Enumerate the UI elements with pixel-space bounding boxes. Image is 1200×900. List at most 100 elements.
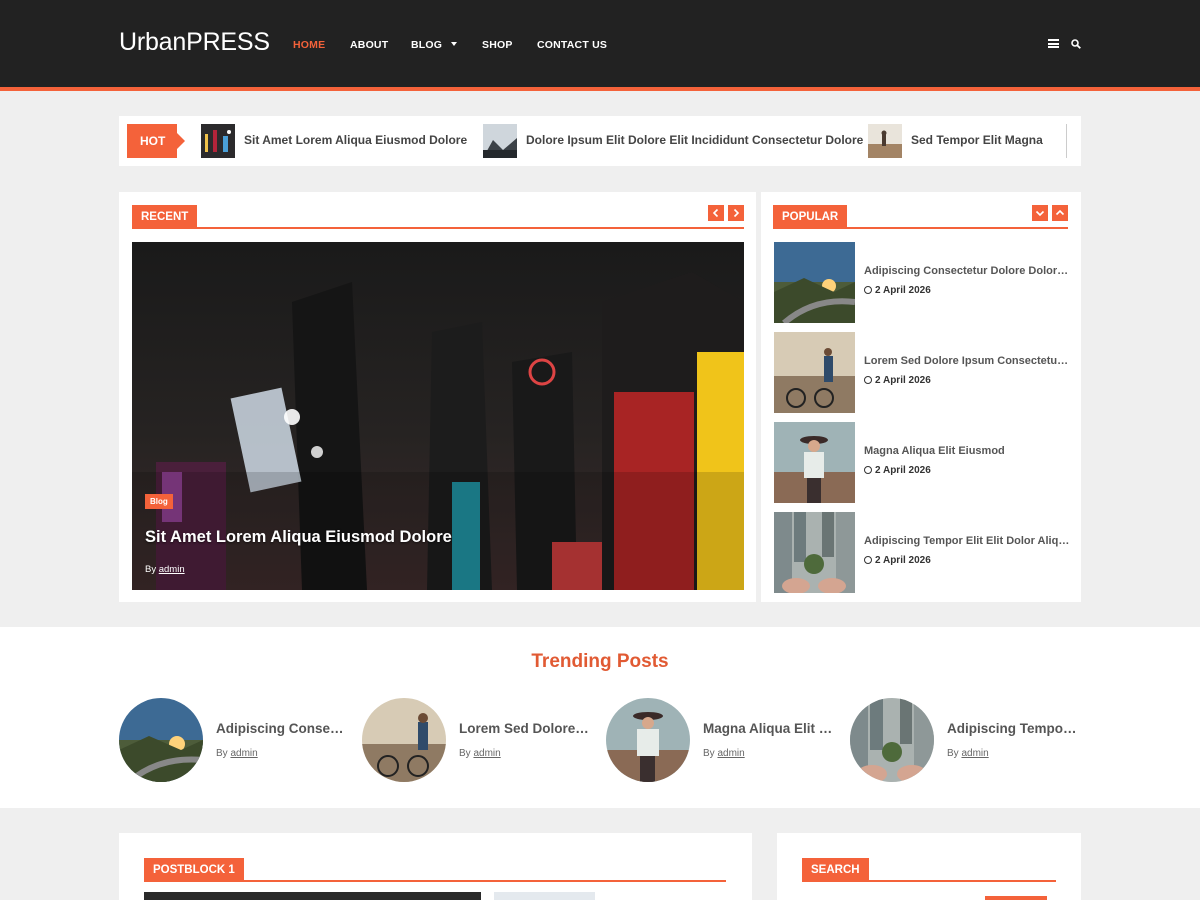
main-nav: HOME ABOUT BLOG SHOP CONTACT US — [0, 39, 1200, 53]
date-text: 2 April 2026 — [875, 285, 931, 296]
post-thumbnail — [774, 422, 855, 503]
section-underline — [773, 227, 1068, 229]
postblock-panel: POSTBLOCK 1 — [119, 833, 752, 900]
post-title: Lorem Sed Dolore Ipsum Consectetur Sed — [864, 355, 1070, 367]
nav-blog[interactable]: BLOG — [411, 39, 458, 51]
recent-hero-post[interactable]: Blog Sit Amet Lorem Aliqua Eiusmod Dolor… — [132, 242, 744, 590]
post-title: Adipiscing Consectetur Dolore Dolor Elit — [864, 265, 1070, 277]
trending-section: Trending Posts Adipiscing Consectetur Do… — [0, 627, 1200, 808]
date-text: 2 April 2026 — [875, 465, 931, 476]
byline-prefix: By — [947, 748, 959, 759]
trending-post-title: Adipiscing Consectetur Dolore — [216, 721, 346, 736]
ticker-thumbnail — [483, 124, 517, 158]
nav-blog-label: BLOG — [411, 39, 443, 51]
postblock-image[interactable] — [144, 892, 481, 900]
ticker-thumbnail — [201, 124, 235, 158]
chevron-down-icon — [451, 42, 458, 46]
post-thumbnail — [774, 242, 855, 323]
trending-item[interactable]: Lorem Sed Dolore Ipsum By admin — [362, 698, 592, 782]
clock-icon — [864, 285, 872, 294]
search-icon[interactable] — [1071, 39, 1081, 49]
nav-contact[interactable]: CONTACT US — [537, 39, 607, 51]
author-link[interactable]: admin — [717, 748, 744, 759]
clock-icon — [864, 375, 872, 384]
post-date: 2 April 2026 — [864, 285, 931, 296]
postblock-label: POSTBLOCK 1 — [144, 858, 244, 882]
ticker-title: Sed Tempor Elit Magna — [911, 133, 1043, 147]
header-accent-line — [0, 87, 1200, 91]
prev-arrow-icon[interactable] — [708, 205, 724, 221]
byline-prefix: By — [703, 748, 715, 759]
search-widget: SEARCH — [777, 833, 1081, 900]
popular-header: POPULAR — [773, 205, 1068, 229]
popular-item[interactable]: Adipiscing Consectetur Dolore Dolor Elit… — [774, 242, 1070, 323]
author-link[interactable]: admin — [473, 748, 500, 759]
post-date: 2 April 2026 — [864, 555, 931, 566]
byline-prefix: By — [145, 564, 157, 575]
nav-home[interactable]: HOME — [293, 39, 325, 51]
down-arrow-icon[interactable] — [1032, 205, 1048, 221]
popular-label: POPULAR — [773, 205, 848, 229]
post-thumbnail — [774, 332, 855, 413]
nav-shop[interactable]: SHOP — [482, 39, 513, 51]
trending-thumbnail — [362, 698, 446, 782]
search-submit-button[interactable] — [985, 896, 1047, 900]
trending-item[interactable]: Magna Aliqua Elit Eiusmod By admin — [606, 698, 836, 782]
recent-panel: RECENT Blog Sit Amet Lorem Aliqua Eiusmo… — [119, 192, 756, 602]
ticker-thumbnail — [868, 124, 902, 158]
postblock-thumbnail[interactable] — [494, 892, 595, 900]
recent-header: RECENT — [132, 205, 744, 229]
trending-thumbnail — [119, 698, 203, 782]
trending-item[interactable]: Adipiscing Consectetur Dolore By admin — [119, 698, 349, 782]
up-arrow-icon[interactable] — [1052, 205, 1068, 221]
popular-item[interactable]: Adipiscing Tempor Elit Elit Dolor Aliqua… — [774, 512, 1070, 593]
recent-label: RECENT — [132, 205, 198, 229]
date-text: 2 April 2026 — [875, 555, 931, 566]
post-thumbnail — [774, 512, 855, 593]
trending-post-title: Lorem Sed Dolore Ipsum — [459, 721, 589, 736]
search-widget-label: SEARCH — [802, 858, 869, 882]
next-arrow-icon[interactable] — [728, 205, 744, 221]
clock-icon — [864, 555, 872, 564]
trending-byline: By admin — [947, 748, 989, 759]
postblock-header: POSTBLOCK 1 — [144, 858, 726, 882]
search-widget-header: SEARCH — [802, 858, 1056, 882]
hero-byline: By admin — [145, 564, 185, 575]
trending-title: Trending Posts — [531, 651, 669, 672]
hot-ticker: HOT Sit Amet Lorem Aliqua Eiusmod Dolore… — [119, 116, 1081, 166]
category-tag[interactable]: Blog — [145, 494, 173, 509]
popular-item[interactable]: Magna Aliqua Elit Eiusmod 2 April 2026 — [774, 422, 1064, 503]
popular-item[interactable]: Lorem Sed Dolore Ipsum Consectetur Sed 2… — [774, 332, 1070, 413]
hot-label: HOT — [127, 124, 185, 158]
menu-icon[interactable] — [1048, 39, 1059, 48]
section-underline — [144, 880, 726, 882]
popular-panel: POPULAR Adipiscing Consectetur Dolore Do… — [761, 192, 1081, 602]
trending-thumbnail — [850, 698, 934, 782]
ticker-divider — [1066, 124, 1067, 158]
author-link[interactable]: admin — [159, 564, 185, 575]
byline-prefix: By — [216, 748, 228, 759]
trending-item[interactable]: Adipiscing Tempor Elit By admin — [850, 698, 1080, 782]
trending-thumbnail — [606, 698, 690, 782]
date-text: 2 April 2026 — [875, 375, 931, 386]
nav-about[interactable]: ABOUT — [350, 39, 388, 51]
byline-prefix: By — [459, 748, 471, 759]
author-link[interactable]: admin — [230, 748, 257, 759]
section-underline — [132, 227, 744, 229]
ticker-title: Sit Amet Lorem Aliqua Eiusmod Dolore — [244, 133, 468, 147]
trending-post-title: Adipiscing Tempor Elit — [947, 721, 1077, 736]
post-title: Adipiscing Tempor Elit Elit Dolor Aliqua — [864, 535, 1070, 547]
author-link[interactable]: admin — [961, 748, 988, 759]
post-date: 2 April 2026 — [864, 465, 931, 476]
trending-post-title: Magna Aliqua Elit Eiusmod — [703, 721, 833, 736]
post-title: Magna Aliqua Elit Eiusmod — [864, 445, 1005, 457]
trending-byline: By admin — [703, 748, 745, 759]
hero-title[interactable]: Sit Amet Lorem Aliqua Eiusmod Dolore — [145, 528, 452, 547]
trending-byline: By admin — [459, 748, 501, 759]
clock-icon — [864, 465, 872, 474]
section-underline — [802, 880, 1056, 882]
site-header: UrbanPRESS HOME ABOUT BLOG SHOP CONTACT … — [0, 0, 1200, 87]
post-date: 2 April 2026 — [864, 375, 931, 386]
trending-byline: By admin — [216, 748, 258, 759]
ticker-title: Dolore Ipsum Elit Dolore Elit Incididunt… — [526, 133, 864, 147]
